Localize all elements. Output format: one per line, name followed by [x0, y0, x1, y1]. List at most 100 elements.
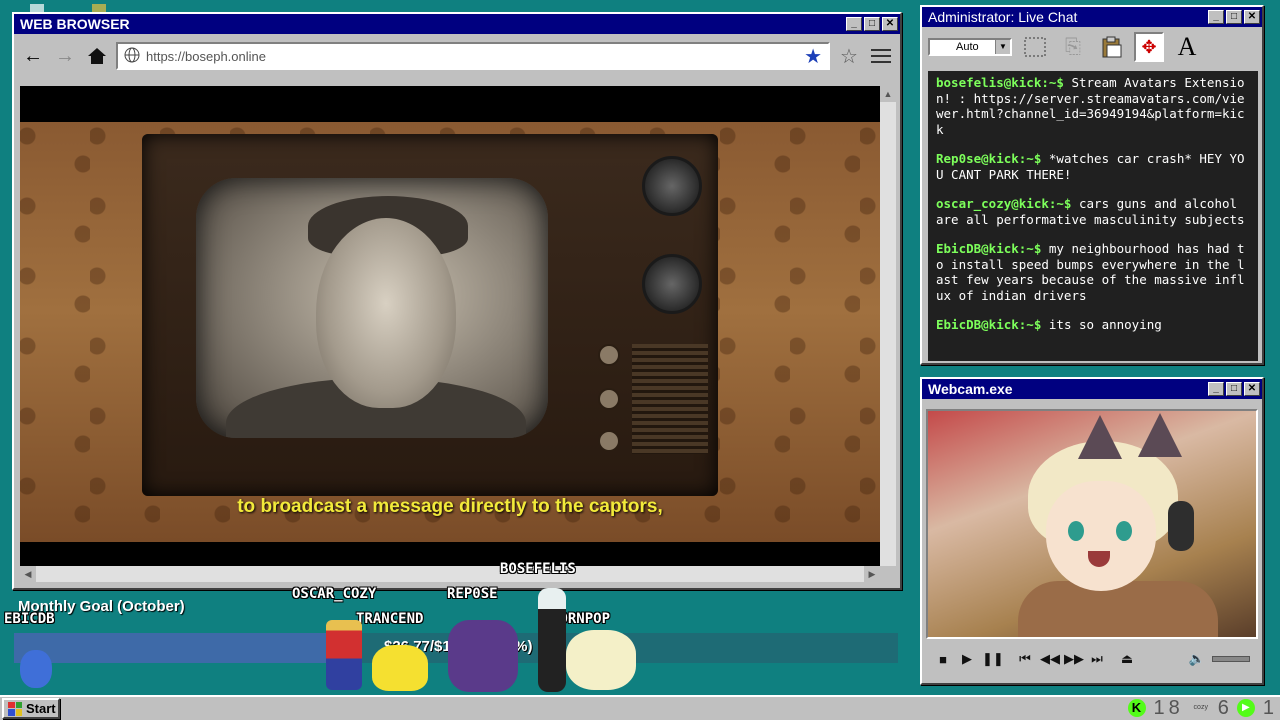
move-icon[interactable]: ✥: [1134, 32, 1164, 62]
chat-toolbar: Auto ▼ ⎘ ✥ A: [922, 27, 1262, 67]
maximize-button[interactable]: □: [1226, 10, 1242, 24]
close-button[interactable]: ✕: [882, 17, 898, 31]
system-tray: K 18 cozy 6 ▶ 1: [1127, 696, 1274, 719]
tv-cabinet: [142, 134, 718, 496]
stop-icon[interactable]: ■: [934, 652, 952, 667]
tv-knob: [642, 156, 702, 216]
tv-screen: [196, 178, 548, 438]
tv-small-knob: [598, 344, 620, 366]
rewind-icon[interactable]: ◀◀: [1040, 651, 1060, 667]
chat-username[interactable]: bosefelis@kick:~$: [936, 75, 1064, 90]
copy-icon[interactable]: ⎘: [1058, 32, 1088, 62]
live-chat-window: Administrator: Live Chat _ □ ✕ Auto ▼ ⎘ …: [920, 5, 1264, 365]
vertical-scrollbar[interactable]: ▲: [880, 86, 896, 566]
close-button[interactable]: ✕: [1244, 10, 1260, 24]
menu-icon[interactable]: [868, 43, 894, 69]
maximize-button[interactable]: □: [864, 17, 880, 31]
scroll-left-arrow-icon[interactable]: ◀: [20, 566, 36, 582]
forward-arrow-icon[interactable]: →: [52, 43, 78, 69]
chat-message: oscar_cozy@kick:~$ cars guns and alcohol…: [936, 196, 1252, 227]
tray-count-2: 6: [1217, 696, 1229, 719]
browser-titlebar[interactable]: WEB BROWSER _ □ ✕: [14, 14, 900, 34]
pause-icon[interactable]: ❚❚: [982, 651, 1004, 667]
tv-knob: [642, 254, 702, 314]
avatar-body: [1018, 581, 1218, 637]
avatar-sprite: [372, 645, 428, 691]
volume-slider[interactable]: [1212, 656, 1250, 662]
close-button[interactable]: ✕: [1244, 382, 1260, 396]
viewer-tag-rep0se: REP0SE: [447, 586, 498, 602]
back-arrow-icon[interactable]: ←: [20, 43, 46, 69]
viewer-tag-ebicdb: EBICDB: [4, 611, 55, 627]
browser-window: WEB BROWSER _ □ ✕ ← → https://boseph.onl…: [12, 12, 902, 590]
viewer-tag-trancend: TRANCEND: [356, 611, 424, 627]
scroll-up-arrow-icon[interactable]: ▲: [880, 86, 896, 102]
avatar-sprite: [538, 588, 566, 692]
chat-message: bosefelis@kick:~$ Stream Avatars Extensi…: [936, 75, 1252, 137]
minimize-button[interactable]: _: [1208, 10, 1224, 24]
play-icon[interactable]: ▶: [958, 651, 976, 667]
skip-end-icon[interactable]: ⏭: [1088, 651, 1106, 667]
viewer-tag-bosefelis: BOSEFELIS: [500, 561, 576, 577]
webcam-titlebar[interactable]: Webcam.exe _ □ ✕: [922, 379, 1262, 399]
tv-speaker-grille: [632, 344, 708, 454]
volume-icon[interactable]: 🔈: [1188, 651, 1206, 667]
fast-forward-icon[interactable]: ▶▶: [1064, 651, 1084, 667]
home-icon[interactable]: [84, 43, 110, 69]
avatar-face: [1046, 481, 1156, 591]
avatar-sprite: [326, 620, 362, 690]
tray-count-1: 18: [1153, 696, 1184, 719]
chevron-down-icon[interactable]: ▼: [995, 40, 1010, 54]
avatar-cat-ear: [1078, 415, 1122, 459]
paste-icon[interactable]: [1096, 32, 1126, 62]
browser-navbar: ← → https://boseph.online ★ ☆: [14, 34, 900, 78]
start-button[interactable]: Start: [2, 698, 60, 719]
webcam-window: Webcam.exe _ □ ✕ ■ ▶ ❚❚ ⏮ ◀◀ ▶▶ ⏭ ⏏ 🔈: [920, 377, 1264, 685]
tray-count-3: 1: [1262, 696, 1274, 719]
address-bar[interactable]: https://boseph.online ★: [116, 42, 830, 70]
video-frame: [20, 122, 880, 542]
webcam-view: [926, 409, 1258, 639]
man-face: [316, 218, 456, 408]
chat-text: its so annoying: [1048, 317, 1162, 332]
font-size-value: Auto: [956, 41, 979, 53]
bookmark-star-icon[interactable]: ☆: [836, 43, 862, 69]
start-label: Start: [26, 701, 56, 716]
chat-titlebar[interactable]: Administrator: Live Chat _ □ ✕: [922, 7, 1262, 27]
avatar-eye: [1116, 521, 1132, 541]
minimize-button[interactable]: _: [846, 17, 862, 31]
chat-title: Administrator: Live Chat: [928, 9, 1078, 25]
font-size-select[interactable]: Auto ▼: [928, 38, 1012, 56]
chat-log[interactable]: bosefelis@kick:~$ Stream Avatars Extensi…: [928, 71, 1258, 361]
scroll-right-arrow-icon[interactable]: ▶: [864, 566, 880, 582]
skip-start-icon[interactable]: ⏮: [1016, 651, 1034, 667]
browser-title: WEB BROWSER: [20, 16, 130, 32]
chat-message: EbicDB@kick:~$ my neighbourhood has had …: [936, 241, 1252, 303]
avatar-cat-ear: [1138, 413, 1182, 457]
avatar-sprite: [566, 630, 636, 690]
url-text[interactable]: https://boseph.online: [146, 49, 804, 64]
media-controls: ■ ▶ ❚❚ ⏮ ◀◀ ▶▶ ⏭ ⏏ 🔈: [926, 645, 1258, 673]
text-tool-icon[interactable]: A: [1172, 32, 1202, 62]
chat-username[interactable]: Rep0se@kick:~$: [936, 151, 1041, 166]
monthly-goal-fill: [14, 633, 359, 663]
select-rect-icon[interactable]: [1020, 32, 1050, 62]
minimize-button[interactable]: _: [1208, 382, 1224, 396]
webcam-title: Webcam.exe: [928, 381, 1013, 397]
eject-icon[interactable]: ⏏: [1118, 651, 1136, 667]
avatar-sprite: [20, 650, 52, 688]
play-circle-icon[interactable]: ▶: [1236, 699, 1255, 717]
chat-username[interactable]: EbicDB@kick:~$: [936, 241, 1041, 256]
chat-message: EbicDB@kick:~$ its so annoying: [936, 317, 1252, 333]
chat-username[interactable]: EbicDB@kick:~$: [936, 317, 1041, 332]
bookmarked-star-icon[interactable]: ★: [804, 44, 822, 69]
kick-icon[interactable]: K: [1127, 699, 1146, 717]
horizontal-scrollbar[interactable]: ◀ ▶: [20, 566, 880, 582]
chat-message: Rep0se@kick:~$ *watches car crash* HEY Y…: [936, 151, 1252, 182]
video-player[interactable]: to broadcast a message directly to the c…: [20, 86, 880, 566]
avatar-eye: [1068, 521, 1084, 541]
cozy-icon[interactable]: cozy: [1192, 699, 1210, 717]
maximize-button[interactable]: □: [1226, 382, 1242, 396]
chat-username[interactable]: oscar_cozy@kick:~$: [936, 196, 1071, 211]
viewer-tag-oscar-cozy: OSCAR_COZY: [292, 586, 377, 602]
